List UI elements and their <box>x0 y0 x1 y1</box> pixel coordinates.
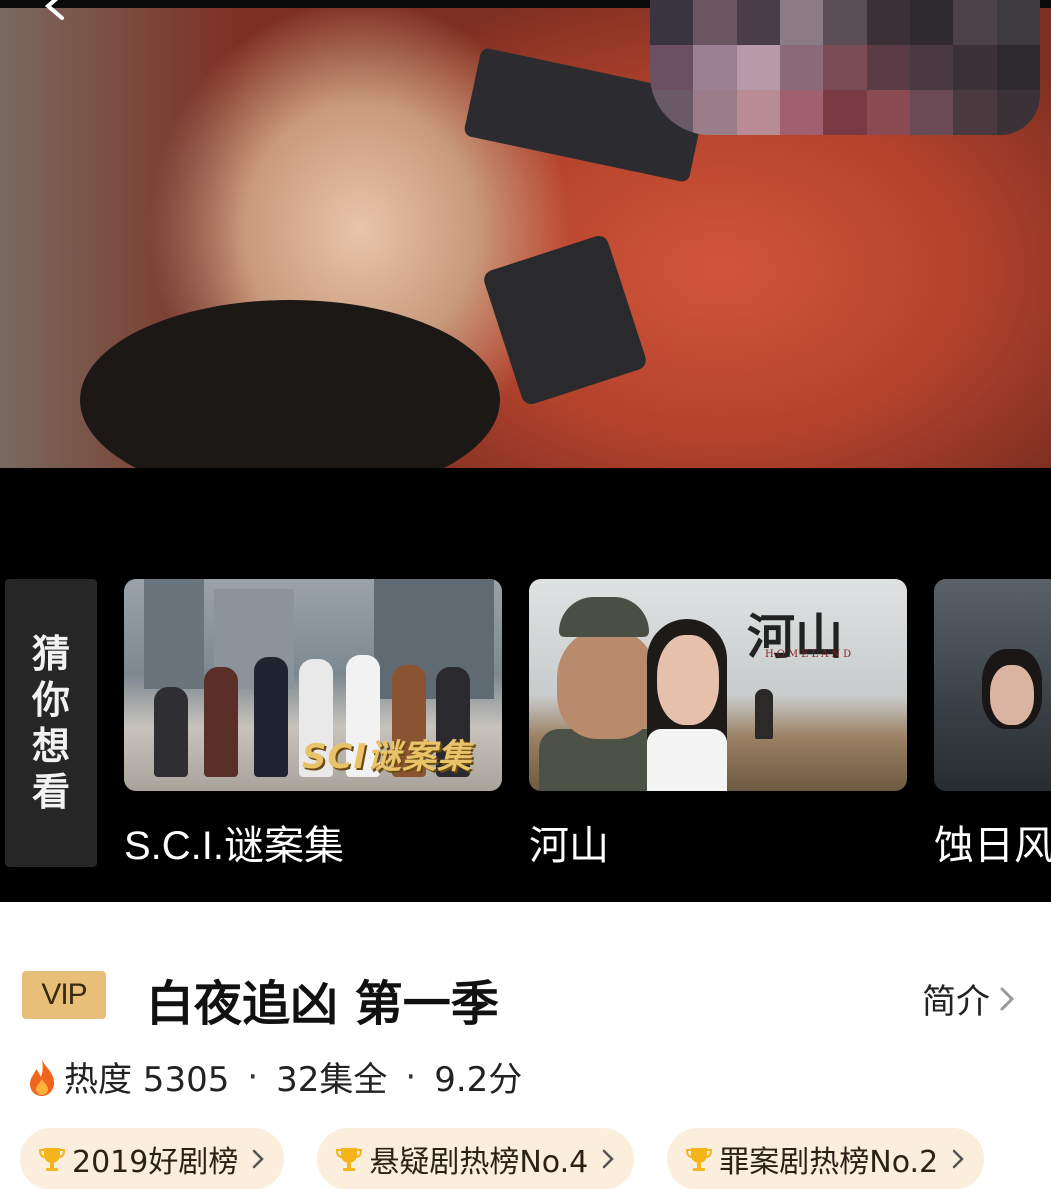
ranking-badge[interactable]: 罪案剧热榜No.2 <box>667 1128 985 1189</box>
chevron-right-icon <box>253 1149 265 1169</box>
show-title: 白夜追凶 第一季 <box>146 976 499 1032</box>
badge-label: 2019好剧榜 <box>72 1145 239 1180</box>
trophy-icon <box>686 1148 713 1171</box>
video-frame-collar-lower <box>481 233 649 407</box>
separator: · <box>405 1056 417 1097</box>
recommendation-card[interactable]: SCI谜案集 S.C.I.谜案集 <box>124 579 502 871</box>
chevron-right-icon <box>1000 987 1015 1010</box>
recommendation-card[interactable]: 河山 HOMELAND 河山 <box>529 579 907 871</box>
ranking-badges: 2019好剧榜 悬疑剧热榜No.4 罪案剧热榜No.2 <box>20 1128 1017 1189</box>
recommendation-card[interactable]: 蚀日风 <box>934 579 1051 871</box>
blurred-watermark <box>650 0 1040 135</box>
recommendation-strip: 猜你想看 SCI谜案集 S.C.I.谜案集 河山 HOMELAND 河山 蚀日风 <box>0 468 1051 902</box>
card-title: 河山 <box>529 824 609 868</box>
flame-icon <box>30 1058 54 1096</box>
vip-badge: VIP <box>22 971 106 1019</box>
card-title: 蚀日风 <box>934 824 1051 868</box>
separator: · <box>247 1056 259 1097</box>
trophy-icon <box>38 1148 66 1171</box>
show-info-panel: VIP 白夜追凶 第一季 简介 热度 5305 · 32集全 · 9.2分 20… <box>0 902 1051 1189</box>
show-meta: 热度 5305 · 32集全 · 9.2分 <box>26 1052 522 1101</box>
video-player[interactable] <box>0 0 1051 468</box>
card-title: S.C.I.谜案集 <box>124 824 345 868</box>
badge-label: 悬疑剧热榜No.4 <box>369 1145 589 1180</box>
chevron-right-icon <box>603 1149 615 1169</box>
guess-you-like-tab[interactable]: 猜你想看 <box>5 579 97 867</box>
intro-button[interactable]: 简介 <box>922 974 1016 1023</box>
poster-subtitle: HOMELAND <box>765 649 855 660</box>
chevron-left-icon[interactable] <box>38 0 68 20</box>
chevron-right-icon <box>952 1149 964 1169</box>
guess-you-like-label: 猜你想看 <box>31 632 70 814</box>
ranking-badge[interactable]: 悬疑剧热榜No.4 <box>317 1128 635 1189</box>
poster-image: 河山 HOMELAND <box>529 579 907 791</box>
heat-value: 热度 5305 <box>64 1060 230 1100</box>
badge-label: 罪案剧热榜No.2 <box>719 1145 939 1180</box>
poster-logo: SCI谜案集 <box>302 737 473 777</box>
episode-count: 32集全 <box>276 1060 388 1100</box>
trophy-icon <box>336 1148 363 1171</box>
ranking-badge[interactable]: 2019好剧榜 <box>20 1128 285 1189</box>
intro-label: 简介 <box>922 982 990 1022</box>
poster-image: SCI谜案集 <box>124 579 502 791</box>
poster-image <box>934 579 1051 791</box>
score: 9.2分 <box>434 1060 523 1100</box>
